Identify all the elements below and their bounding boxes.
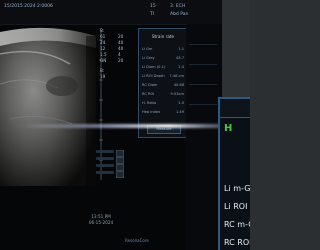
top-info-bar: 15/2015 2024 2:0006 15 TI 3. ECH Abd Pan xyxy=(0,0,222,25)
measurement-panel: Strain rate Li Gm 1.1 Li Grey 43.7 Li Di… xyxy=(138,28,188,138)
control-bar-3[interactable] xyxy=(96,164,114,167)
control-box-1[interactable] xyxy=(116,150,124,157)
top-right-label-1: 3. ECH xyxy=(170,4,186,9)
panel-row-label: Li Gm xyxy=(142,47,153,51)
param-label-6: B: xyxy=(100,68,105,73)
results-row: Li m-Gra xyxy=(224,184,250,193)
control-bar-2[interactable] xyxy=(96,157,114,160)
param-value-1: 20 xyxy=(118,34,124,39)
control-box-3[interactable] xyxy=(116,164,124,171)
param-value-5: 20 xyxy=(118,58,124,63)
divider xyxy=(189,104,217,105)
param-label-3: 12 xyxy=(100,46,106,51)
panel-row-value: 1.0 xyxy=(178,101,184,105)
param-value-3: 40 xyxy=(118,46,124,51)
results-highlight: H xyxy=(224,123,233,134)
panel-row: H. Ratio 1.0 xyxy=(142,101,186,106)
panel-row-label: Li ROI Depth xyxy=(142,74,165,78)
control-box-4[interactable] xyxy=(116,171,124,178)
results-row: RC m-G xyxy=(224,220,250,229)
panel-row-label: RC ROI xyxy=(142,92,155,96)
results-row: RC ROI xyxy=(224,238,250,247)
panel-title: Strain rate xyxy=(151,34,175,39)
panel-row: Li ROI Depth 7.48 cm xyxy=(142,74,186,79)
results-card: H Li m-Gra Li ROI D RC m-G RC ROI xyxy=(218,97,250,250)
param-label-2: 24 xyxy=(100,40,106,45)
imaging-parameters: B: 61 24 12 1.5 GN B: 19 20 40 40 4 20 xyxy=(100,24,136,84)
param-label-7: 19 xyxy=(100,74,106,79)
panel-row-label: Li Grey xyxy=(142,56,155,60)
panel-row-value: 43.7 xyxy=(175,56,184,60)
param-label-5: GN xyxy=(100,58,107,63)
panel-row: Hep Index 1.49 xyxy=(142,110,186,115)
control-box-2[interactable] xyxy=(116,157,124,164)
panel-row-value: 1.49 xyxy=(175,110,184,114)
panel-row: Li Diam (0.1) 2.4 xyxy=(142,65,186,70)
date-stamp: 15/2015 2024 2:0006 xyxy=(4,4,53,9)
divider xyxy=(189,84,217,85)
param-value-2: 40 xyxy=(118,40,124,45)
panel-row: Li Grey 43.7 xyxy=(142,56,186,61)
panel-row-label: H. Ratio xyxy=(142,101,157,105)
panel-row: RC ROI 9.53cm xyxy=(142,92,186,97)
panel-row-value: 2.4 xyxy=(178,65,184,69)
top-right-value-2: TI xyxy=(150,12,155,17)
acquisition-stamp: 13:51 PM 06-15-2024 xyxy=(86,214,116,226)
panel-row-label: RC Diam xyxy=(142,83,158,87)
panel-row: RC Diam 40.68 xyxy=(142,83,186,88)
top-right-value-1: 15 xyxy=(150,4,156,9)
panel-row-value: 7.48 cm xyxy=(169,74,184,78)
top-right-label-2: Abd Pan xyxy=(170,12,189,17)
panel-row-value: 9.53cm xyxy=(170,92,184,96)
stamp-date: 06-15-2024 xyxy=(88,220,114,225)
results-card-header xyxy=(220,99,250,118)
brand-logo: ResonaCore xyxy=(125,238,149,243)
divider xyxy=(189,44,217,45)
param-label-4: 1.5 xyxy=(100,52,107,57)
annotation-controls xyxy=(96,150,138,200)
ultrasound-image xyxy=(0,27,96,186)
side-menu-strip xyxy=(186,24,222,250)
param-label-0: B: xyxy=(100,28,105,33)
panel-row: Li Gm 1.1 xyxy=(142,47,186,52)
panel-row-label: Li Diam (0.1) xyxy=(142,65,166,69)
panel-row-label: Hep Index xyxy=(142,110,161,114)
light-flare xyxy=(20,124,250,128)
control-bar-1[interactable] xyxy=(96,150,114,153)
results-row: Li ROI D xyxy=(224,202,250,211)
ultrasound-screenshot: 15/2015 2024 2:0006 15 TI 3. ECH Abd Pan xyxy=(0,0,250,250)
param-value-4: 4 xyxy=(118,52,121,57)
param-label-1: 61 xyxy=(100,34,106,39)
control-bar-4[interactable] xyxy=(96,171,114,174)
panel-row-value: 1.1 xyxy=(178,47,184,51)
panel-row-value: 40.68 xyxy=(173,83,184,87)
divider xyxy=(189,64,217,65)
